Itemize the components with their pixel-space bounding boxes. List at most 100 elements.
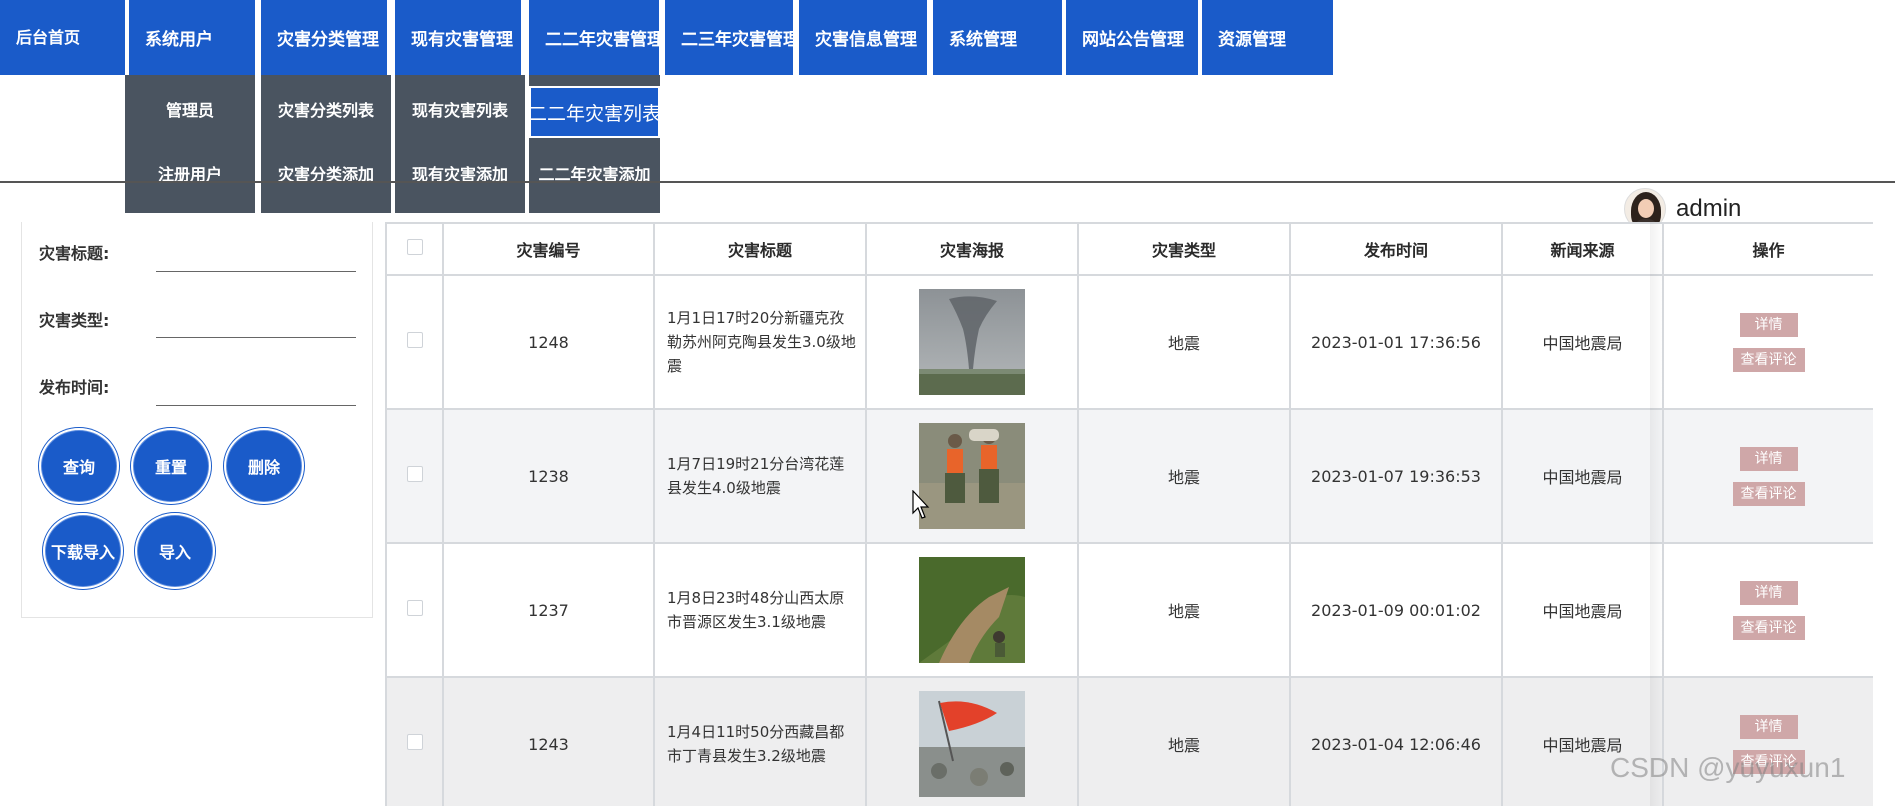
nav-2023-disaster[interactable]: 二三年灾害管理 [665,0,793,75]
row-select-cell[interactable] [385,542,444,678]
nav-disaster-info[interactable]: 灾害信息管理 [799,0,927,75]
reset-button[interactable]: 重置 [131,428,211,504]
flag-rescue-photo[interactable] [919,691,1025,797]
import-button[interactable]: 导入 [135,513,215,589]
header-divider [0,181,1895,183]
publish-time: 2023-01-07 19:36:53 [1289,408,1503,544]
table-header-row: 灾害编号 灾害标题 灾害海报 灾害类型 发布时间 新闻来源 操作 [385,222,1873,276]
nav-resources[interactable]: 资源管理 [1202,0,1333,75]
column-header-poster: 灾害海报 [865,222,1079,276]
nav-category-management[interactable]: 灾害分类管理 [261,0,387,75]
publish-time: 2023-01-09 00:01:02 [1289,542,1503,678]
menu-item-registered-users[interactable]: 注册用户 [125,141,255,205]
title-input[interactable] [156,242,356,272]
detail-button[interactable]: 详情 [1739,312,1798,337]
nav-label: 资源管理 [1218,30,1286,50]
row-checkbox[interactable] [406,466,423,482]
table-row: 1237 1月8日23时48分山西太原市晋源区发生3.1级地震 地震 2023-… [385,542,1873,678]
actions-cell: 详情 查看评论 [1662,676,1873,806]
poster-cell [865,676,1079,806]
nav-label: 现有灾害管理 [411,30,513,50]
row-checkbox[interactable] [406,600,423,616]
row-checkbox[interactable] [406,734,423,750]
dropdown-system-users: 管理员 注册用户 [125,75,255,213]
disaster-title: 1月8日23时48分山西太原市晋源区发生3.1级地震 [653,542,867,678]
disaster-id: 1243 [442,676,655,806]
row-checkbox[interactable] [406,332,423,348]
column-header-title: 灾害标题 [653,222,867,276]
select-all-cell[interactable] [385,222,444,276]
menu-item-current-add[interactable]: 现有灾害添加 [395,141,525,205]
menu-item-category-add[interactable]: 灾害分类添加 [261,141,391,205]
nav-label: 灾害分类管理 [277,30,379,50]
actions-cell: 详情 查看评论 [1662,408,1873,544]
view-comments-button[interactable]: 查看评论 [1732,481,1805,506]
news-source: 中国地震局 [1501,274,1664,410]
disaster-title: 1月7日19时21分台湾花莲县发生4.0级地震 [653,408,867,544]
nav-label: 后台首页 [16,28,81,47]
table-row: 1248 1月1日17时20分新疆克孜勒苏州阿克陶县发生3.0级地震 地震 20… [385,274,1873,410]
username: admin [1676,195,1742,222]
nav-announcement[interactable]: 网站公告管理 [1066,0,1198,75]
tornado-photo[interactable] [919,289,1025,395]
poster-cell [865,274,1079,410]
disaster-title: 1月4日11时50分西藏昌都市丁青县发生3.2级地震 [653,676,867,806]
dropdown-current-disaster: 现有灾害列表 现有灾害添加 [395,75,525,213]
menu-item-2022-list[interactable]: 二二年灾害列表 [528,86,661,138]
disaster-type: 地震 [1077,408,1291,544]
view-comments-button[interactable]: 查看评论 [1732,615,1805,640]
row-select-cell[interactable] [385,408,444,544]
menu-item-2022-add[interactable]: 二二年灾害添加 [529,141,660,205]
nav-label: 系统用户 [145,30,213,50]
title-label: 灾害标题: [39,244,110,263]
column-header-source: 新闻来源 [1501,222,1664,276]
dropdown-2022-disaster: 二二年灾害列表 二二年灾害添加 [528,75,661,213]
query-button[interactable]: 查询 [39,428,119,504]
poster-cell [865,408,1079,544]
nav-system-users[interactable]: 系统用户 [129,0,255,75]
disaster-type: 地震 [1077,676,1291,806]
nav-label: 二二年灾害管理 [545,30,659,50]
publish-time: 2023-01-01 17:36:56 [1289,274,1503,410]
menu-item-current-list[interactable]: 现有灾害列表 [395,77,525,141]
row-select-cell[interactable] [385,274,444,410]
table-row: 1238 1月7日19时21分台湾花莲县发生4.0级地震 地震 2023-01-… [385,408,1873,544]
column-header-type: 灾害类型 [1077,222,1291,276]
nav-label: 网站公告管理 [1082,30,1184,50]
detail-button[interactable]: 详情 [1739,714,1798,739]
disaster-table: 灾害编号 灾害标题 灾害海报 灾害类型 发布时间 新闻来源 操作 1248 1月… [385,222,1873,806]
nav-current-disaster[interactable]: 现有灾害管理 [395,0,521,75]
actions-cell: 详情 查看评论 [1662,542,1873,678]
row-select-cell[interactable] [385,676,444,806]
disaster-id: 1248 [442,274,655,410]
detail-button[interactable]: 详情 [1739,446,1798,471]
disaster-title: 1月1日17时20分新疆克孜勒苏州阿克陶县发生3.0级地震 [653,274,867,410]
landslide-photo[interactable] [919,557,1025,663]
watermark: CSDN @yuyuxun1 [1610,752,1846,783]
nav-system-management[interactable]: 系统管理 [933,0,1062,75]
news-source: 中国地震局 [1501,542,1664,678]
poster-cell [865,542,1079,678]
time-input[interactable] [156,376,356,406]
disaster-type: 地震 [1077,274,1291,410]
table-row: 1243 1月4日11时50分西藏昌都市丁青县发生3.2级地震 地震 2023-… [385,676,1873,806]
disaster-type: 地震 [1077,542,1291,678]
flood-rescue-photo[interactable] [919,423,1025,529]
publish-time: 2023-01-04 12:06:46 [1289,676,1503,806]
nav-2022-disaster[interactable]: 二二年灾害管理 [529,0,659,75]
column-header-time: 发布时间 [1289,222,1503,276]
time-label: 发布时间: [39,378,110,397]
nav-home[interactable]: 后台首页 [0,0,125,75]
view-comments-button[interactable]: 查看评论 [1732,347,1805,372]
type-input[interactable] [156,308,356,338]
download-import-button[interactable]: 下载导入 [43,513,123,589]
delete-button[interactable]: 删除 [224,428,304,504]
menu-item-admin[interactable]: 管理员 [125,77,255,141]
type-label: 灾害类型: [39,311,110,330]
nav-label: 二三年灾害管理 [681,30,793,50]
nav-label: 灾害信息管理 [815,30,917,50]
menu-item-category-list[interactable]: 灾害分类列表 [261,77,391,141]
detail-button[interactable]: 详情 [1739,580,1798,605]
select-all-checkbox[interactable] [406,239,423,255]
disaster-id: 1237 [442,542,655,678]
